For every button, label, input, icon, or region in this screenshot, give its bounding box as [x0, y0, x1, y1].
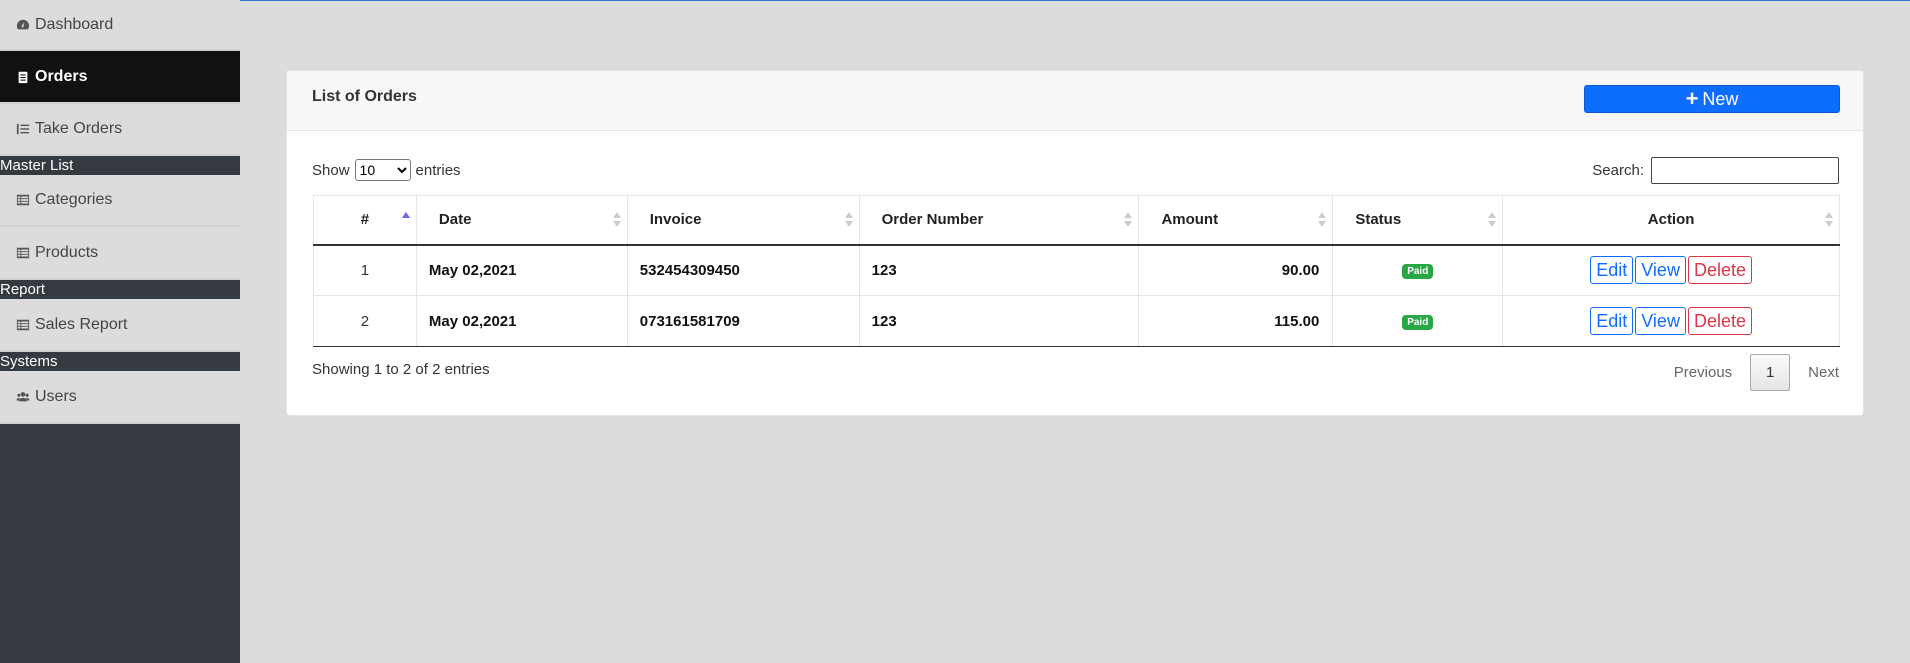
sort-icon: [844, 212, 853, 228]
new-button-label: New: [1702, 88, 1739, 109]
card-title: List of Orders: [312, 88, 417, 105]
sidebar-item-sales-report[interactable]: Sales Report: [0, 299, 240, 352]
header-label: Order Number: [881, 211, 984, 229]
sidebar-item-label: Orders: [35, 67, 88, 85]
sidebar-item-products[interactable]: Products: [0, 227, 240, 280]
sidebar-item-label: Categories: [35, 191, 113, 208]
sort-icon: [1318, 212, 1327, 228]
search-label: Search:: [1592, 162, 1644, 179]
header-label: Status: [1355, 211, 1402, 229]
pagination: Previous 1 Next: [1674, 354, 1839, 391]
entries-label: entries: [415, 161, 461, 179]
cell-amount: 115.00: [1138, 295, 1334, 347]
edit-button[interactable]: Edit: [1590, 256, 1634, 285]
header-label: Amount: [1161, 211, 1219, 229]
cell-invoice: 532454309450: [626, 244, 860, 296]
page-size-select[interactable]: 10: [354, 159, 411, 181]
edit-button[interactable]: Edit: [1590, 307, 1634, 335]
previous-page-button[interactable]: Previous: [1674, 364, 1732, 381]
page-size-control: Show 10 entries: [312, 159, 461, 181]
section-systems: Systems: [0, 352, 240, 371]
section-master-list: Master List: [0, 156, 240, 175]
cell-number: 1: [313, 244, 417, 296]
dashboard-icon: [16, 18, 30, 32]
cell-action: Edit View Delete: [1502, 295, 1840, 347]
cell-status: Paid: [1332, 295, 1504, 347]
view-button[interactable]: View: [1635, 307, 1686, 335]
table-list-icon: [16, 318, 30, 332]
header-label: Invoice: [649, 211, 702, 229]
header-label: Date: [438, 211, 472, 229]
sidebar-item-orders[interactable]: Orders: [0, 51, 240, 104]
sort-icon: [1488, 212, 1497, 228]
table-list-icon: [16, 246, 30, 260]
sort-icon: [612, 212, 621, 228]
column-header-number[interactable]: #: [313, 195, 417, 246]
column-header-invoice[interactable]: Invoice: [626, 195, 860, 246]
cell-amount: 90.00: [1138, 244, 1334, 296]
sidebar-item-label: Users: [35, 387, 77, 405]
show-label: Show: [312, 161, 350, 179]
orders-card: List of Orders + New Show 10 entries Sea…: [286, 70, 1864, 416]
status-badge: Paid: [1402, 315, 1434, 330]
table-header-row: # Date Invoice Order Number Amount Statu…: [313, 195, 1840, 246]
sidebar-item-categories[interactable]: Categories: [0, 175, 240, 227]
view-button[interactable]: View: [1635, 256, 1686, 285]
card-header: List of Orders + New: [287, 71, 1863, 131]
delete-button[interactable]: Delete: [1687, 256, 1752, 285]
status-badge: Paid: [1402, 264, 1434, 280]
column-header-amount[interactable]: Amount: [1138, 195, 1334, 246]
sidebar: Dashboard Orders Take Orders Master List…: [0, 0, 240, 663]
table-list-icon: [16, 193, 30, 207]
sort-icon: [1124, 212, 1133, 228]
page-1-button[interactable]: 1: [1750, 354, 1791, 391]
sidebar-item-label: Sales Report: [35, 315, 128, 333]
table-row: 2 May 02,2021 073161581709 123 115.00 Pa…: [313, 295, 1840, 347]
cell-order-number: 123: [858, 244, 1140, 296]
next-page-button[interactable]: Next: [1808, 364, 1839, 381]
orders-table: # Date Invoice Order Number Amount Statu…: [313, 195, 1840, 347]
plus-icon: +: [1685, 86, 1699, 111]
sidebar-item-dashboard[interactable]: Dashboard: [0, 0, 240, 51]
column-header-action[interactable]: Action: [1502, 195, 1840, 246]
cell-action: Edit View Delete: [1502, 244, 1840, 296]
sidebar-item-take-orders[interactable]: Take Orders: [0, 104, 240, 156]
new-order-button[interactable]: + New: [1584, 85, 1840, 113]
cell-status: Paid: [1332, 244, 1504, 296]
cell-invoice: 073161581709: [626, 295, 860, 347]
header-label: Action: [1647, 211, 1695, 229]
sidebar-item-users[interactable]: Users: [0, 371, 240, 424]
column-header-order-number[interactable]: Order Number: [858, 195, 1140, 246]
list-icon: [16, 122, 30, 136]
delete-button[interactable]: Delete: [1687, 307, 1752, 335]
table-info: Showing 1 to 2 of 2 entries: [312, 361, 490, 378]
column-header-date[interactable]: Date: [415, 195, 628, 246]
sort-icon: [1825, 212, 1833, 228]
sidebar-item-label: Take Orders: [35, 120, 123, 137]
users-icon: [16, 390, 30, 404]
header-label: #: [360, 211, 370, 229]
cell-date: May 02,2021: [415, 244, 628, 296]
sidebar-item-label: Products: [35, 243, 99, 261]
section-report: Report: [0, 280, 240, 299]
search-control: Search:: [1592, 157, 1839, 184]
top-border: [0, 0, 1910, 1]
column-header-status[interactable]: Status: [1332, 195, 1504, 246]
sidebar-item-label: Dashboard: [35, 15, 114, 33]
cell-number: 2: [313, 295, 417, 347]
clipboard-icon: [16, 70, 30, 84]
search-input[interactable]: [1651, 157, 1839, 184]
cell-order-number: 123: [858, 295, 1140, 347]
table-row: 1 May 02,2021 532454309450 123 90.00 Pai…: [313, 244, 1840, 296]
cell-date: May 02,2021: [415, 295, 628, 347]
sort-asc-icon: [401, 212, 410, 228]
